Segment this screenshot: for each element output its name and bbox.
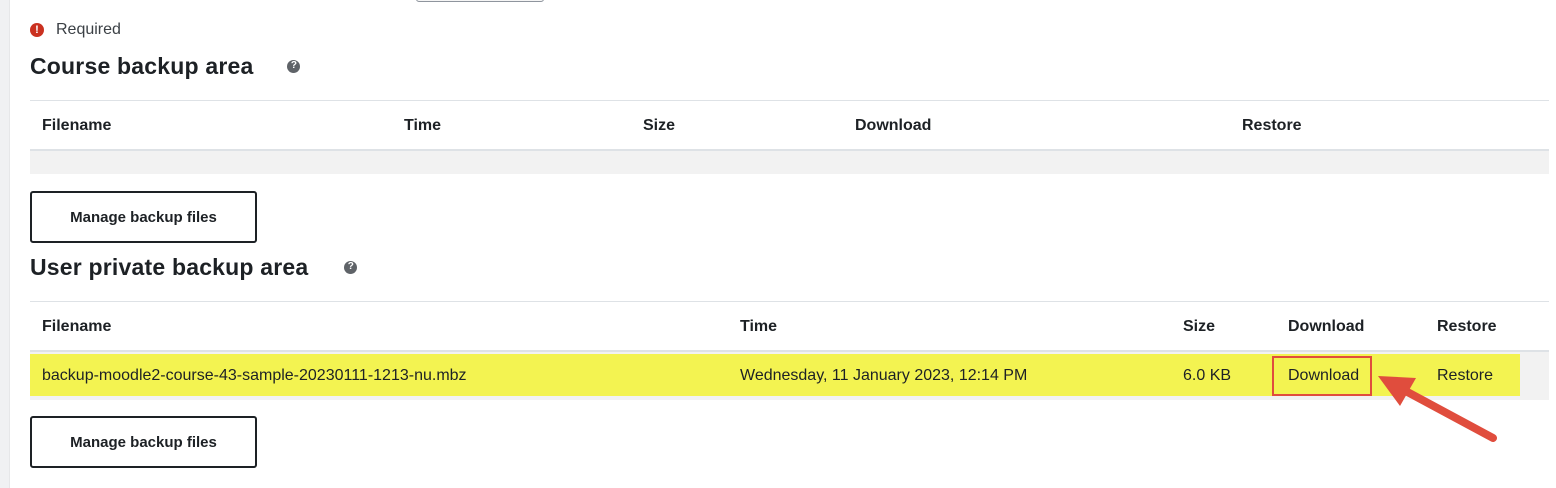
user-private-backup-area-heading: User private backup area bbox=[30, 253, 309, 280]
top-button-edge[interactable] bbox=[416, 0, 544, 2]
table-row: backup-moodle2-course-43-sample-20230111… bbox=[30, 352, 1549, 400]
course-backup-table: Filename Time Size Download Restore bbox=[30, 100, 1549, 174]
backup-time: Wednesday, 11 January 2023, 12:14 PM bbox=[740, 367, 1028, 384]
download-link[interactable]: Download bbox=[1288, 367, 1359, 385]
column-header-filename: Filename bbox=[42, 318, 112, 335]
column-header-filename: Filename bbox=[42, 117, 112, 134]
column-header-restore: Restore bbox=[1437, 318, 1497, 335]
question-circle-icon[interactable]: ? bbox=[287, 59, 301, 73]
column-header-time: Time bbox=[740, 318, 778, 335]
manage-user-backup-files-button[interactable]: Manage backup files bbox=[30, 416, 257, 468]
table-header: Filename Time Size Download Restore bbox=[30, 302, 1549, 352]
exclamation-circle-icon: ! bbox=[30, 23, 44, 37]
callout-arrow-icon bbox=[1378, 376, 1497, 442]
required-indicator: ! Required bbox=[30, 20, 121, 40]
column-header-time: Time bbox=[404, 117, 442, 134]
column-header-download: Download bbox=[855, 117, 932, 134]
manage-course-backup-files-button[interactable]: Manage backup files bbox=[30, 191, 257, 243]
column-header-restore: Restore bbox=[1242, 117, 1302, 134]
backup-size: 6.0 KB bbox=[1183, 367, 1232, 384]
column-header-download: Download bbox=[1288, 318, 1365, 335]
course-backup-area-title: Course backup area ? bbox=[30, 52, 301, 80]
table-header: Filename Time Size Download Restore bbox=[30, 101, 1549, 151]
user-private-backup-area-title: User private backup area ? bbox=[30, 253, 358, 281]
column-header-size: Size bbox=[1183, 318, 1216, 335]
user-backup-table: Filename Time Size Download Restore back… bbox=[30, 301, 1549, 400]
page-left-border bbox=[0, 0, 10, 488]
course-backup-area-heading: Course backup area bbox=[30, 52, 254, 79]
empty-table-row bbox=[30, 151, 1549, 174]
column-header-size: Size bbox=[643, 117, 676, 134]
backup-filename: backup-moodle2-course-43-sample-20230111… bbox=[42, 367, 467, 384]
question-circle-icon[interactable]: ? bbox=[344, 260, 358, 274]
required-label: Required bbox=[56, 21, 121, 38]
